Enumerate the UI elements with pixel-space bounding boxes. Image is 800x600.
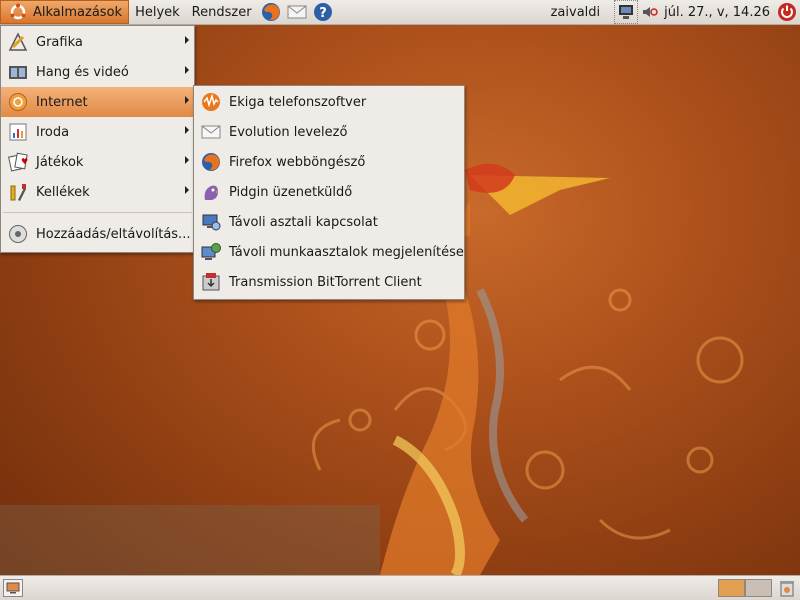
menu-item-label: Távoli munkaasztalok megjelenítése <box>229 244 464 260</box>
applications-menu-label: Alkalmazások <box>33 4 123 20</box>
menu-item-accessories[interactable]: Kellékek <box>1 177 194 207</box>
clock[interactable]: júl. 27., v, 14.26 <box>660 5 774 20</box>
svg-text:♥: ♥ <box>21 157 28 166</box>
pidgin-icon <box>200 181 222 203</box>
firefox-icon <box>200 151 222 173</box>
menu-item-label: Játékok <box>36 154 84 170</box>
office-icon <box>7 121 29 143</box>
submenu-arrow-icon <box>185 36 189 44</box>
menu-item-label: Hang és videó <box>36 64 129 80</box>
menu-item-label: Firefox webböngésző <box>229 154 366 170</box>
evolution-mail-icon <box>200 121 222 143</box>
network-monitor-icon[interactable] <box>614 0 639 24</box>
menu-item-label: Hozzáadás/eltávolítás... <box>36 226 191 242</box>
menu-item-label: Iroda <box>36 124 70 140</box>
submenu-arrow-icon <box>185 66 189 74</box>
menu-item-label: Távoli asztali kapcsolat <box>229 214 378 230</box>
menu-item-label: Transmission BitTorrent Client <box>229 274 422 290</box>
games-icon: ♥ <box>7 151 29 173</box>
submenu-arrow-icon <box>185 126 189 134</box>
menu-item-office[interactable]: Iroda <box>1 117 194 147</box>
menu-item-transmission[interactable]: Transmission BitTorrent Client <box>194 267 464 297</box>
menu-item-label: Ekiga telefonszoftver <box>229 94 367 110</box>
show-desktop-icon[interactable] <box>3 579 23 597</box>
svg-text:?: ? <box>319 6 327 21</box>
submenu-arrow-icon <box>185 96 189 104</box>
workspace-2[interactable] <box>745 579 772 597</box>
menu-separator <box>3 212 192 213</box>
bottom-panel <box>0 575 800 600</box>
transmission-icon <box>200 271 222 293</box>
top-panel: Alkalmazások Helyek Rendszer ? zaivaldi … <box>0 0 800 25</box>
places-menu-button[interactable]: Helyek <box>129 0 186 24</box>
menu-item-remote-desktop-viewer[interactable]: Távoli munkaasztalok megjelenítése <box>194 237 464 267</box>
menu-item-pidgin[interactable]: Pidgin üzenetküldő <box>194 177 464 207</box>
menu-item-label: Kellékek <box>36 184 90 200</box>
system-menu-button[interactable]: Rendszer <box>186 0 258 24</box>
menu-item-evolution[interactable]: Evolution levelező <box>194 117 464 147</box>
remote-desktop-viewer-icon <box>200 241 222 263</box>
accessories-icon <box>7 181 29 203</box>
firefox-launcher-icon[interactable] <box>260 1 282 23</box>
places-menu-label: Helyek <box>135 4 180 20</box>
menu-item-label: Evolution levelező <box>229 124 348 140</box>
menu-item-internet[interactable]: Internet <box>1 87 194 117</box>
internet-submenu: Ekiga telefonszoftver Evolution levelező… <box>193 85 465 300</box>
sound-video-icon <box>7 61 29 83</box>
menu-item-label: Internet <box>36 94 88 110</box>
add-remove-software-icon <box>7 223 29 245</box>
menu-item-firefox[interactable]: Firefox webböngésző <box>194 147 464 177</box>
remote-desktop-icon <box>200 211 222 233</box>
menu-item-ekiga[interactable]: Ekiga telefonszoftver <box>194 87 464 117</box>
applications-menu: Grafika Hang és videó Internet Iroda ♥ J… <box>0 25 195 253</box>
system-menu-label: Rendszer <box>191 4 252 20</box>
submenu-arrow-icon <box>185 156 189 164</box>
workspace-1[interactable] <box>718 579 745 597</box>
ubuntu-logo-icon <box>7 2 29 22</box>
volume-icon[interactable] <box>642 1 658 23</box>
trash-icon[interactable] <box>777 578 797 598</box>
menu-item-label: Pidgin üzenetküldő <box>229 184 353 200</box>
menu-item-label: Grafika <box>36 34 83 50</box>
menu-item-sound-video[interactable]: Hang és videó <box>1 57 194 87</box>
menu-item-games[interactable]: ♥ Játékok <box>1 147 194 177</box>
submenu-arrow-icon <box>185 186 189 194</box>
internet-icon <box>7 91 29 113</box>
menu-item-add-remove[interactable]: Hozzáadás/eltávolítás... <box>1 218 194 250</box>
menu-item-remote-desktop[interactable]: Távoli asztali kapcsolat <box>194 207 464 237</box>
menu-item-graphics[interactable]: Grafika <box>1 27 194 57</box>
applications-menu-button[interactable]: Alkalmazások <box>0 0 130 24</box>
user-name[interactable]: zaivaldi <box>543 5 613 20</box>
graphics-icon <box>7 31 29 53</box>
mail-launcher-icon[interactable] <box>286 1 308 23</box>
ekiga-icon <box>200 91 222 113</box>
help-launcher-icon[interactable]: ? <box>312 1 334 23</box>
power-icon[interactable] <box>776 1 798 23</box>
